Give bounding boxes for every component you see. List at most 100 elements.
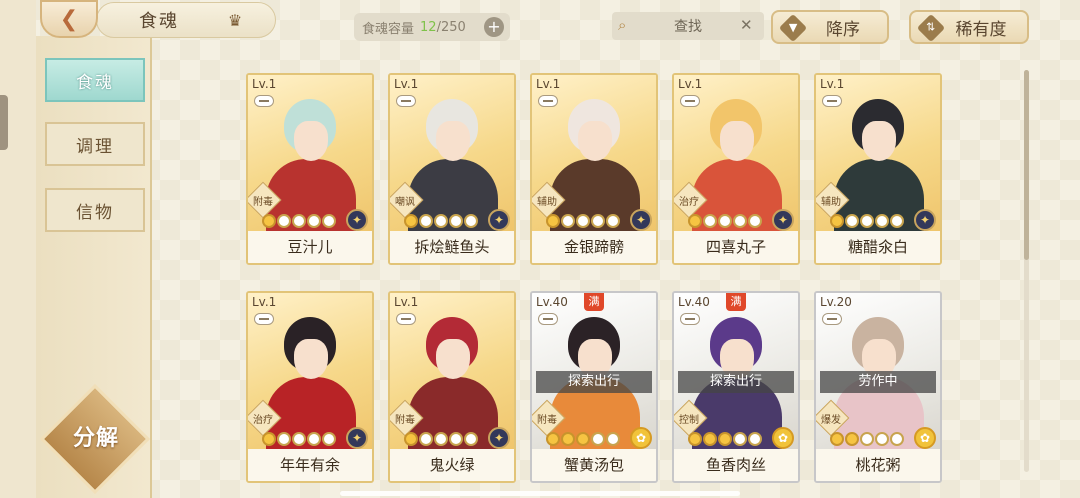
lock-toggle-icon[interactable] [538,313,558,325]
lock-toggle-icon[interactable] [396,313,416,325]
card-name: 金银蹄髈 [532,231,656,263]
card-portrait: Lv.1 治疗 ✦ [674,75,798,231]
max-level-badge: 满 [584,293,604,311]
soul-card[interactable]: 劳作中 Lv.20 爆发 ✿ 桃花粥 [814,291,942,483]
search-placeholder: 查找 [674,19,702,35]
close-icon[interactable]: ✕ [740,16,758,34]
star-rating [688,213,762,229]
character-face [294,339,328,379]
star-icon [703,214,717,228]
soul-card[interactable]: 探索出行 Lv.40 满附毒 ✿ 蟹黄汤包 [530,291,658,483]
card-portrait: Lv.1 附毒 ✦ [248,75,372,231]
capacity-label: 食魂容量 [362,21,415,37]
soul-card[interactable]: Lv.1 附毒 ✦ 鬼火绿 [388,291,516,483]
star-icon [464,432,478,446]
sidebar-item-soul[interactable]: 食魂 [45,58,145,102]
lock-toggle-icon[interactable] [822,313,842,325]
role-label: 治疗 [253,415,273,426]
card-level: Lv.1 [252,77,277,91]
star-icon [307,432,321,446]
card-name: 桃花粥 [816,449,940,481]
soul-card[interactable]: 探索出行 Lv.40 满控制 ✿ 鱼香肉丝 [672,291,800,483]
moon-element-icon: ✦ [772,209,794,231]
lock-toggle-icon[interactable] [254,95,274,107]
sort-down-icon: ▼ [778,13,808,43]
star-rating [688,431,762,447]
sidebar-item-conditioning[interactable]: 调理 [45,122,145,166]
card-portrait: 劳作中 Lv.20 爆发 ✿ [816,293,940,449]
star-icon [277,432,291,446]
character-face [436,121,470,161]
role-label: 辅助 [537,197,557,208]
sort-order-button[interactable]: ▼ 降序 [771,10,889,44]
moon-element-icon: ✦ [488,209,510,231]
capacity-current: 12 [420,19,437,35]
moon-element-icon: ✦ [630,209,652,231]
star-icon [830,432,844,446]
soul-card[interactable]: Lv.1 辅助 ✦ 金银蹄髈 [530,73,658,265]
lock-toggle-icon[interactable] [254,313,274,325]
soul-card[interactable]: Lv.1 嘲讽 ✦ 拆烩鲢鱼头 [388,73,516,265]
plus-icon[interactable]: + [484,17,504,37]
edge-handle[interactable] [0,95,8,150]
star-icon [576,214,590,228]
soul-card[interactable]: Lv.1 治疗 ✦ 年年有余 [246,291,374,483]
star-icon [733,432,747,446]
soul-card[interactable]: Lv.1 附毒 ✦ 豆汁儿 [246,73,374,265]
soul-card[interactable]: Lv.1 治疗 ✦ 四喜丸子 [672,73,800,265]
card-status: 探索出行 [678,371,794,393]
card-name: 蟹黄汤包 [532,449,656,481]
star-icon [262,214,276,228]
sort-swap-icon: ⇅ [916,13,946,43]
star-icon [322,432,336,446]
star-icon [434,214,448,228]
search-input[interactable]: ⌕ 查找 ✕ [612,12,764,40]
card-name: 四喜丸子 [674,231,798,263]
star-icon [546,432,560,446]
star-icon [546,214,560,228]
left-edge [0,0,36,498]
role-label: 治疗 [679,197,699,208]
star-icon [322,214,336,228]
lock-toggle-icon[interactable] [680,313,700,325]
role-label: 嘲讽 [395,197,415,208]
star-icon [591,432,605,446]
star-icon [688,214,702,228]
star-icon [748,214,762,228]
lock-toggle-icon[interactable] [396,95,416,107]
back-button[interactable]: ❮ [40,0,98,38]
role-label: 附毒 [395,415,415,426]
role-label: 控制 [679,415,699,426]
page-tab: 食魂 ♛ [96,2,276,38]
max-level-badge: 满 [726,293,746,311]
lock-toggle-icon[interactable] [822,95,842,107]
star-icon [464,214,478,228]
sidebar-item-label: 食魂 [76,72,114,93]
star-icon [875,432,889,446]
lock-toggle-icon[interactable] [538,95,558,107]
star-icon [262,432,276,446]
home-indicator [340,491,740,496]
card-portrait: 探索出行 Lv.40 满附毒 ✿ [532,293,656,449]
lock-toggle-icon[interactable] [680,95,700,107]
star-icon [404,214,418,228]
card-portrait: Lv.1 治疗 ✦ [248,293,372,449]
star-icon [419,432,433,446]
character-face [862,121,896,161]
star-icon [606,432,620,446]
role-label: 爆发 [821,415,841,426]
soul-card[interactable]: Lv.1 辅助 ✦ 糖醋氽白 [814,73,942,265]
crown-icon[interactable]: ♛ [225,11,247,30]
sidebar-item-token[interactable]: 信物 [45,188,145,232]
card-level: Lv.40 [536,295,568,309]
sort-rarity-button[interactable]: ⇅ 稀有度 [909,10,1029,44]
scrollbar-thumb[interactable] [1024,70,1029,260]
card-portrait: Lv.1 嘲讽 ✦ [390,75,514,231]
card-name: 豆汁儿 [248,231,372,263]
star-icon [688,432,702,446]
star-icon [419,214,433,228]
role-label: 辅助 [821,197,841,208]
card-name: 拆烩鲢鱼头 [390,231,514,263]
star-icon [277,214,291,228]
sun-element-icon: ✿ [772,427,794,449]
